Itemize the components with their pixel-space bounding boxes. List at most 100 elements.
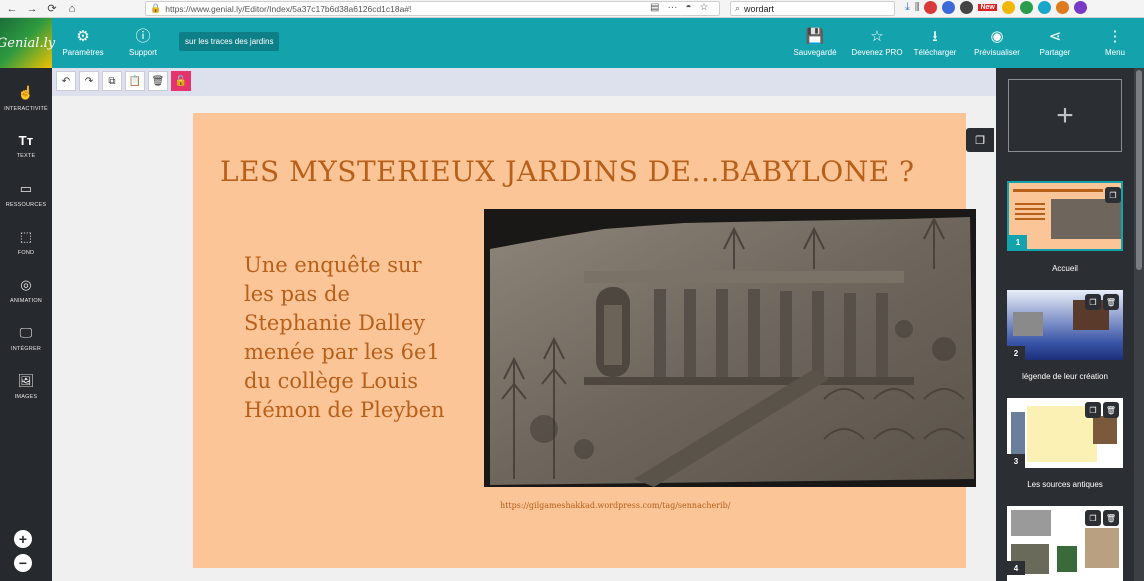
kebab-menu-icon: ⋮	[1107, 28, 1123, 45]
extension-blue-icon[interactable]	[942, 1, 956, 14]
app-header: Genial.ly ⚙ Paramètres ⓘ Support sur les…	[0, 18, 1144, 68]
zoom-in-button[interactable]: +	[14, 530, 32, 548]
extension-orange-icon[interactable]	[1055, 1, 1069, 14]
slide-canvas[interactable]: LES MYSTERIEUX JARDINS DE...BABYLONE ? U…	[193, 113, 976, 568]
thumb-image	[1013, 312, 1043, 336]
thumb-title	[1013, 189, 1103, 192]
bookmark-star-icon[interactable]: ☆	[700, 2, 709, 13]
preview-label: Prévisualiser	[974, 48, 1020, 57]
sidebar-item-text[interactable]: Tт TEXTE	[0, 124, 52, 168]
body-line: Une enquête sur	[244, 253, 422, 277]
embed-icon: 🖵	[19, 324, 33, 340]
url-text: https://www.genial.ly/Editor/Index/5a37c…	[165, 3, 412, 14]
duplicate-page-icon[interactable]: ❐	[1085, 294, 1101, 310]
sidebar-item-label: INTÉGRER	[10, 345, 42, 352]
delete-page-icon[interactable]: 🗑	[1103, 402, 1119, 418]
duplicate-page-icon[interactable]: ❐	[1105, 187, 1121, 203]
sidebar-item-background[interactable]: ⬚ FOND	[0, 220, 52, 264]
delete-page-icon[interactable]: 🗑	[1103, 510, 1119, 526]
help-icon: ⓘ	[135, 28, 151, 45]
extension-dark-icon[interactable]	[960, 1, 974, 14]
relief-illustration	[484, 209, 976, 487]
sidebar-item-label: INTERACTIVITÉ	[4, 105, 48, 112]
settings-label: Paramètres	[62, 48, 104, 57]
stone-relief-image[interactable]	[484, 209, 976, 487]
extension-green-icon[interactable]	[1019, 1, 1033, 14]
sidebar-item-label: FOND	[17, 249, 35, 256]
search-value: wordart	[744, 3, 775, 14]
sidebar-item-resources[interactable]: ▭ RESSOURCES	[0, 172, 52, 216]
share-button[interactable]: ⋖ Partager	[1034, 18, 1076, 68]
lock-button[interactable]: 🔓	[171, 71, 191, 91]
thumb-image	[1057, 546, 1077, 572]
duplicate-page-icon[interactable]: ❐	[1085, 402, 1101, 418]
edit-toolbar: ↶ ↷ ⧉ 📋 🗑 🔓	[52, 68, 996, 96]
page-thumbnail-1[interactable]: 1 ❐	[1007, 181, 1123, 251]
add-page-button[interactable]: +	[1008, 79, 1122, 152]
genially-logo[interactable]: Genial.ly	[0, 18, 55, 68]
extension-yellow-icon[interactable]	[1001, 1, 1015, 14]
sidebar-item-label: ANIMATION	[10, 297, 42, 304]
thumb-image	[1085, 528, 1119, 568]
duplicate-page-icon[interactable]: ❐	[1085, 510, 1101, 526]
reader-icon[interactable]: ▤	[650, 2, 659, 13]
sidebar-item-interactivity[interactable]: ☝ INTERACTIVITÉ	[0, 76, 52, 120]
lock-icon: 🔒	[150, 3, 162, 13]
save-button[interactable]: 💾 Sauvegardé	[790, 18, 840, 68]
share-label: Partager	[1039, 48, 1071, 57]
sidebar-item-embed[interactable]: 🖵 INTÉGRER	[0, 316, 52, 360]
zoom-out-button[interactable]: −	[14, 554, 32, 572]
eye-icon: ◉	[990, 28, 1004, 45]
pages-scroll-thumb[interactable]	[1136, 70, 1142, 270]
pro-label: Devenez PRO	[851, 48, 903, 57]
undo-icon: ↶	[61, 75, 71, 87]
paste-button[interactable]: 📋	[125, 71, 145, 91]
page-thumbnail-4[interactable]: 4 ❐ 🗑	[1007, 506, 1123, 581]
settings-button[interactable]: ⚙ Paramètres	[58, 18, 108, 68]
back-icon[interactable]: ←	[4, 1, 20, 17]
browser-search-input[interactable]: ⌕ wordart	[730, 1, 895, 16]
undo-button[interactable]: ↶	[56, 71, 76, 91]
thumb-text	[1015, 203, 1045, 233]
delete-button[interactable]: 🗑	[148, 71, 168, 91]
project-title[interactable]: sur les traces des jardins	[179, 32, 280, 51]
copy-button[interactable]: ⧉	[102, 71, 122, 91]
reload-icon[interactable]: ⟳	[44, 1, 60, 17]
download-arrow-icon[interactable]: ⤓	[905, 1, 910, 14]
gear-icon: ⚙	[76, 28, 90, 45]
preview-button[interactable]: ◉ Prévisualiser	[970, 18, 1024, 68]
new-badge[interactable]: New	[978, 4, 997, 11]
more-icon[interactable]: ···	[667, 2, 677, 13]
url-bar[interactable]: 🔒 https://www.genial.ly/Editor/Index/5a3…	[145, 1, 720, 16]
home-icon[interactable]: ⌂	[64, 1, 80, 17]
library-icon[interactable]: ⫼	[915, 2, 920, 13]
delete-page-icon[interactable]: 🗑	[1103, 294, 1119, 310]
support-label: Support	[128, 48, 158, 57]
slide-body-text[interactable]: Une enquête sur les pas de Stephanie Dal…	[244, 251, 474, 425]
slide-title[interactable]: LES MYSTERIEUX JARDINS DE...BABYLONE ?	[220, 155, 915, 188]
page-thumbnail-2[interactable]: 2 ❐ 🗑	[1007, 290, 1123, 360]
animation-icon: ◎	[20, 276, 32, 292]
page-number: 2	[1007, 346, 1025, 360]
body-line: du collège Louis	[244, 369, 419, 393]
duplicate-slide-button[interactable]: ❐	[966, 128, 994, 152]
go-pro-button[interactable]: ☆ Devenez PRO	[850, 18, 904, 68]
extension-red-icon[interactable]	[924, 1, 938, 14]
page-thumbnail-3[interactable]: 3 ❐ 🗑	[1007, 398, 1123, 468]
text-icon: Tт	[18, 133, 34, 148]
pocket-icon[interactable]: ◓	[685, 2, 691, 13]
redo-button[interactable]: ↷	[79, 71, 99, 91]
forward-icon[interactable]: →	[24, 1, 40, 17]
image-source-link[interactable]: https://gilgameshakkad.wordpress.com/tag…	[500, 501, 730, 510]
extension-cyan-icon[interactable]	[1037, 1, 1051, 14]
copy-icon: ⧉	[108, 75, 116, 87]
menu-button[interactable]: ⋮ Menu	[1098, 18, 1132, 68]
trash-icon: 🗑	[151, 75, 165, 87]
extension-purple-icon[interactable]	[1073, 1, 1087, 14]
sidebar-item-animation[interactable]: ◎ ANIMATION	[0, 268, 52, 312]
download-button[interactable]: ⭳ Télécharger	[910, 18, 960, 68]
lock-icon: 🔓	[174, 75, 188, 87]
page-label-3: Les sources antiques	[1027, 480, 1103, 489]
support-button[interactable]: ⓘ Support	[122, 18, 164, 68]
sidebar-item-images[interactable]: 🖼 IMAGES	[0, 364, 52, 408]
